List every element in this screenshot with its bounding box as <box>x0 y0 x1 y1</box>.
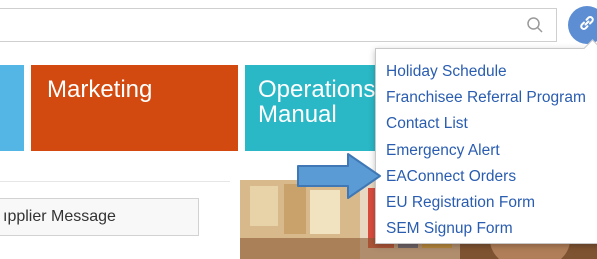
search-icon[interactable] <box>526 16 544 34</box>
tile-label: Operations Manual <box>258 76 376 128</box>
tile-operations-manual[interactable]: Operations Manual <box>245 65 385 151</box>
supplier-message-button[interactable]: ıpplier Message <box>0 198 199 236</box>
quick-links-button[interactable] <box>568 6 597 44</box>
menu-item-franchisee-referral-program[interactable]: Franchisee Referral Program <box>376 85 597 111</box>
menu-item-sem-signup-form[interactable]: SEM Signup Form <box>376 216 597 242</box>
tile-partial[interactable] <box>0 65 24 151</box>
link-icon <box>577 13 597 38</box>
menu-item-emergency-alert[interactable]: Emergency Alert <box>376 138 597 164</box>
supplier-message-label: ıpplier Message <box>3 208 116 225</box>
menu-item-eu-registration-form[interactable]: EU Registration Form <box>376 190 597 216</box>
quick-links-dropdown: Holiday Schedule Franchisee Referral Pro… <box>375 39 597 244</box>
search-bar <box>0 8 557 42</box>
section-divider <box>0 181 230 182</box>
tile-marketing[interactable]: Marketing <box>31 65 238 151</box>
menu-item-eaconnect-orders[interactable]: EAConnect Orders <box>376 164 597 190</box>
menu-item-contact-list[interactable]: Contact List <box>376 111 597 137</box>
page: Marketing Operations Manual ıpplier Mess… <box>0 0 597 259</box>
tile-label: Marketing <box>47 76 153 103</box>
arrow-right-icon <box>296 152 382 200</box>
menu-item-holiday-schedule[interactable]: Holiday Schedule <box>376 59 597 85</box>
search-input[interactable] <box>0 9 516 41</box>
